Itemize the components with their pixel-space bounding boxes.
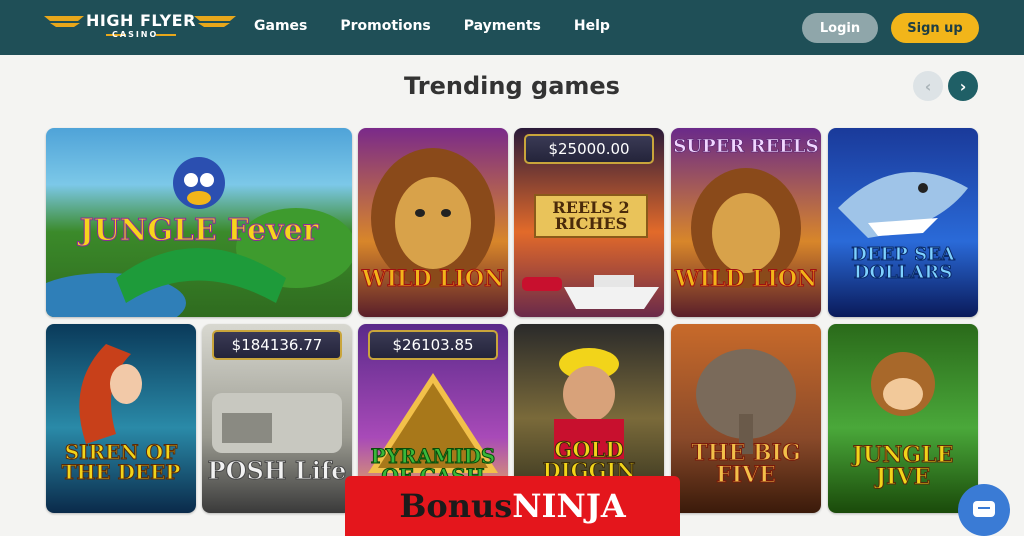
game-title: WILD LION — [674, 266, 818, 292]
main-nav: Games Promotions Payments Help — [254, 18, 643, 34]
carousel-prev-button[interactable]: ‹ — [913, 71, 943, 101]
game-tile-wild-lion[interactable]: WILD LION — [358, 128, 508, 317]
game-title: JUNGLE Fever — [79, 213, 319, 248]
game-tile-super-reels-wild-lion[interactable]: SUPER REELS WILD LION — [671, 128, 821, 317]
nav-help[interactable]: Help — [574, 18, 610, 34]
game-title: JUNGLE JIVE — [852, 442, 954, 490]
bonusninja-banner: Bonus NINJA — [345, 476, 680, 536]
banner-part2: NINJA — [512, 487, 626, 525]
game-title: GOLD DIGGIN — [542, 437, 636, 483]
section-title: Trending games — [404, 72, 620, 100]
chevron-left-icon: ‹ — [924, 76, 932, 96]
nav-promotions[interactable]: Promotions — [340, 18, 430, 34]
game-tile-posh-life[interactable]: $184136.77 POSH Life — [202, 324, 352, 513]
login-button[interactable]: Login — [802, 13, 878, 43]
chevron-right-icon: › — [959, 76, 967, 96]
game-title: POSH Life — [207, 456, 347, 485]
jackpot-amount: $25000.00 — [524, 134, 654, 164]
chat-icon — [973, 501, 995, 517]
brand-subtitle: CASINO — [112, 30, 159, 39]
game-tile-reels-2-riches[interactable]: $25000.00 REELS 2 RICHES — [514, 128, 664, 317]
casino-logo[interactable]: HIGH FLYER CASINO — [44, 9, 236, 43]
banner-part1: Bonus — [399, 487, 513, 525]
top-header: HIGH FLYER CASINO Games Promotions Payme… — [0, 0, 1024, 55]
game-title: THE BIG FIVE — [691, 440, 801, 488]
game-title: SIREN OF THE DEEP — [61, 440, 181, 484]
chat-button[interactable] — [958, 484, 1010, 536]
signup-button[interactable]: Sign up — [891, 13, 979, 43]
yacht-icon — [522, 275, 659, 309]
game-tile-jungle-fever[interactable]: JUNGLE Fever — [46, 128, 352, 317]
game-tile-the-big-five[interactable]: THE BIG FIVE — [671, 324, 821, 513]
nav-payments[interactable]: Payments — [464, 18, 541, 34]
game-title: WILD LION — [361, 266, 505, 292]
jackpot-amount: $184136.77 — [212, 330, 342, 360]
car-icon — [212, 393, 342, 453]
game-title: DEEP SEA DOLLARS — [851, 244, 956, 283]
shark-icon — [838, 172, 968, 238]
game-tile-deep-sea-dollars[interactable]: DEEP SEA DOLLARS — [828, 128, 978, 317]
jackpot-amount: $26103.85 — [368, 330, 498, 360]
game-title: REELS 2 RICHES — [534, 194, 648, 238]
game-tile-siren-of-the-deep[interactable]: SIREN OF THE DEEP — [46, 324, 196, 513]
nav-games[interactable]: Games — [254, 18, 307, 34]
game-tile-jungle-jive[interactable]: JUNGLE JIVE — [828, 324, 978, 513]
brand-name: HIGH FLYER — [86, 11, 196, 30]
carousel-next-button[interactable]: › — [948, 71, 978, 101]
siren-icon — [79, 344, 142, 444]
